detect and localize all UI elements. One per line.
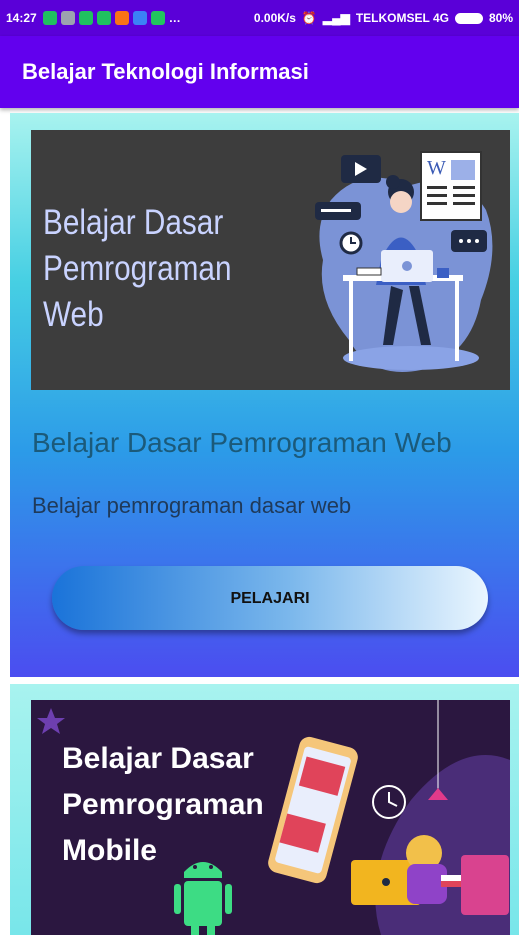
- whatsapp-icon: [96, 11, 111, 25]
- status-time: 14:27: [6, 11, 37, 25]
- notification-icons: …: [42, 11, 181, 25]
- banner-caption-line: Belajar Dasar: [62, 742, 254, 775]
- app-icon: [60, 11, 75, 25]
- whatsapp-icon: [42, 11, 57, 25]
- whatsapp-icon: [78, 11, 93, 25]
- android-icon: [150, 11, 165, 25]
- course-banner-web: Belajar Dasar Pemrograman Web W: [31, 130, 510, 390]
- app-title: Belajar Teknologi Informasi: [22, 59, 309, 84]
- network-speed: 0.00K/s: [253, 11, 296, 25]
- signal-icon: ▂▄▆: [322, 11, 350, 25]
- banner-caption-line: Mobile: [62, 834, 157, 867]
- more-icon: …: [168, 11, 181, 25]
- course-card-mobile: Belajar Dasar Pemrograman Mobile: [10, 684, 519, 935]
- pelajari-button[interactable]: PELAJARI: [52, 566, 488, 630]
- bluetooth-icon: [132, 11, 147, 25]
- battery-icon: [454, 12, 483, 24]
- battery-percent: 80%: [488, 11, 513, 25]
- alarm-icon: ⏰: [301, 11, 317, 25]
- course-banner-mobile: Belajar Dasar Pemrograman Mobile: [31, 700, 510, 935]
- status-bar: 14:27 … 0.00K/s ⏰ ▂▄▆ TELKOMSEL 4G 80%: [0, 0, 519, 36]
- svg-text:W: W: [427, 157, 446, 179]
- carrier-label: TELKOMSEL 4G: [355, 11, 449, 25]
- course-description: Belajar pemrograman dasar web: [32, 493, 352, 518]
- course-title: Belajar Dasar Pemrograman Web: [32, 427, 452, 458]
- banner-caption: Belajar Dasar Pemrograman Mobile: [62, 736, 264, 874]
- app-bar: Belajar Teknologi Informasi: [0, 36, 519, 108]
- illustration-person-laptop: W: [315, 151, 493, 372]
- course-card-web: Belajar Dasar Pemrograman Web W Belajar …: [10, 113, 519, 677]
- app-icon: [114, 11, 129, 25]
- banner-caption-line: Pemrograman: [62, 788, 264, 821]
